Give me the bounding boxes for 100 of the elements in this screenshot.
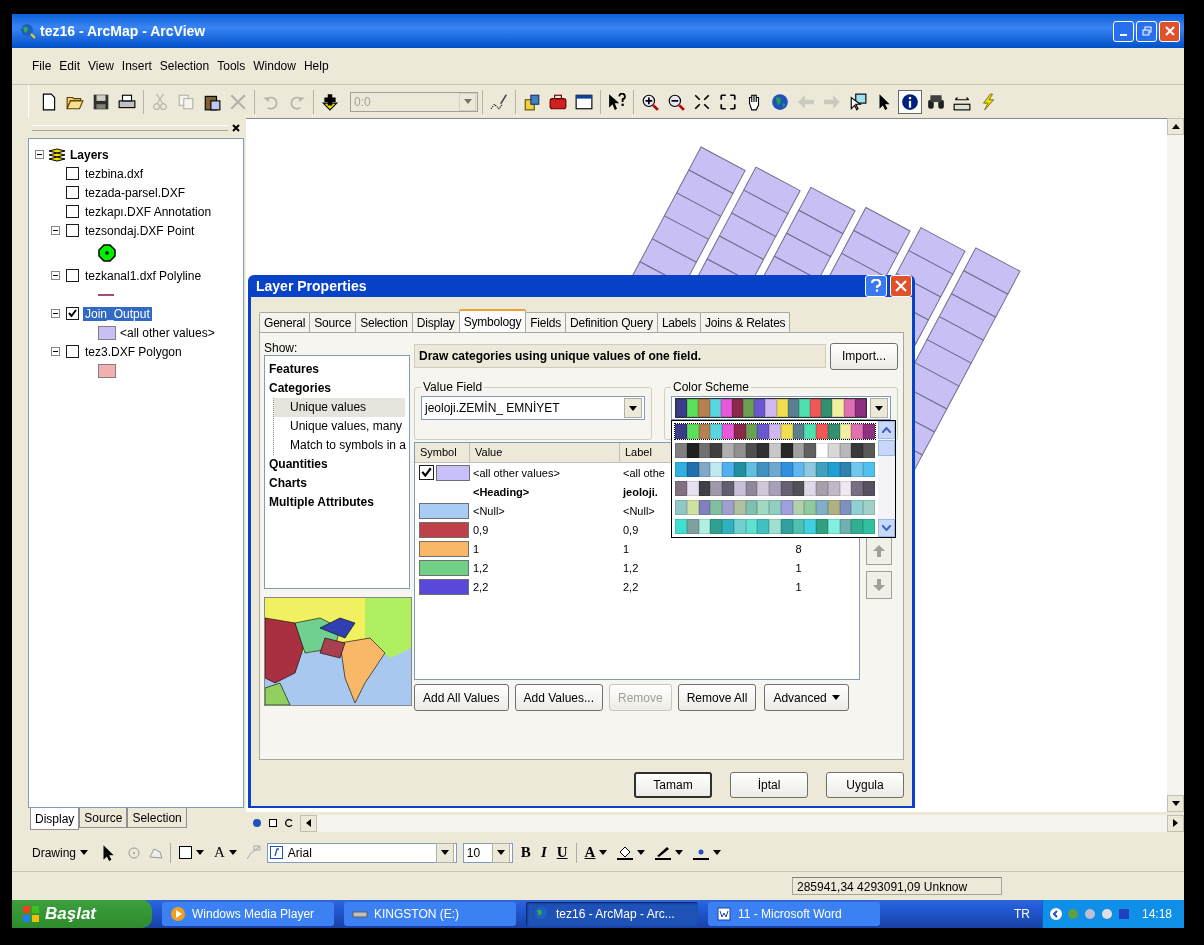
taskbar-button[interactable]: tez16 - ArcMap - Arc... bbox=[526, 902, 698, 926]
symbol-swatch[interactable] bbox=[419, 578, 469, 595]
color-ramp-option[interactable] bbox=[674, 442, 876, 459]
move-up-button[interactable] bbox=[866, 537, 892, 565]
row-checkbox[interactable] bbox=[419, 465, 434, 480]
color-ramp-option[interactable] bbox=[674, 461, 876, 478]
symbol-swatch[interactable] bbox=[436, 464, 470, 481]
collapse-icon[interactable] bbox=[51, 309, 60, 318]
dialog-tab[interactable]: Source bbox=[309, 312, 357, 332]
list-item[interactable]: Quantities bbox=[269, 455, 405, 474]
data-frame-label[interactable]: Layers bbox=[70, 147, 109, 162]
close-button[interactable] bbox=[890, 275, 912, 297]
layer-name[interactable]: Join_Output bbox=[83, 306, 152, 321]
menu-item[interactable]: Help bbox=[299, 59, 333, 73]
layer-checkbox[interactable] bbox=[66, 307, 79, 320]
dialog-tab[interactable]: Joins & Relates bbox=[700, 312, 791, 332]
layer-checkbox[interactable] bbox=[66, 269, 79, 282]
dialog-tab[interactable]: Definition Query bbox=[565, 312, 658, 332]
menu-item[interactable]: View bbox=[84, 59, 118, 73]
symbol-swatch[interactable] bbox=[419, 559, 469, 576]
close-button[interactable] bbox=[1159, 20, 1180, 42]
font-combo[interactable]: Arial bbox=[266, 842, 457, 863]
collapse-icon[interactable] bbox=[51, 271, 60, 280]
dialog-tab[interactable]: Display bbox=[411, 312, 460, 332]
taskbar-button[interactable]: KINGSTON (E:) bbox=[344, 902, 516, 926]
import-button[interactable]: Import... bbox=[830, 342, 898, 370]
color-ramp-option[interactable] bbox=[674, 499, 876, 516]
font-style-button[interactable]: I bbox=[538, 840, 549, 865]
list-item[interactable]: Unique values, many bbox=[274, 417, 405, 436]
dialog-button[interactable]: Tamam bbox=[634, 772, 712, 798]
minimize-button[interactable] bbox=[1113, 20, 1134, 42]
dialog-tab[interactable]: General bbox=[259, 312, 311, 332]
info-icon[interactable] bbox=[898, 89, 922, 114]
symbol-swatch[interactable] bbox=[419, 502, 469, 519]
dialog-button[interactable]: Uygula bbox=[826, 772, 904, 798]
list-item[interactable]: Categories bbox=[269, 379, 405, 398]
scroll-right-icon[interactable] bbox=[1173, 819, 1178, 827]
layer-checkbox[interactable] bbox=[66, 167, 79, 180]
column-header[interactable]: Symbol bbox=[420, 446, 457, 458]
menu-item[interactable]: Tools bbox=[213, 59, 250, 73]
color-ramp-option[interactable] bbox=[674, 423, 876, 440]
scrollbar-thumb[interactable] bbox=[878, 440, 895, 456]
column-header[interactable]: Value bbox=[475, 446, 503, 458]
list-item[interactable]: Match to symbols in a bbox=[274, 436, 405, 455]
scroll-up-icon[interactable] bbox=[1171, 124, 1180, 129]
layer-checkbox[interactable] bbox=[66, 205, 79, 218]
dialog-tab[interactable]: Selection bbox=[355, 312, 413, 332]
vertical-scrollbar[interactable] bbox=[878, 421, 895, 537]
drawing-menu-button[interactable]: Drawing bbox=[30, 840, 90, 865]
close-icon[interactable] bbox=[232, 124, 240, 132]
column-header[interactable]: Label bbox=[625, 446, 652, 458]
collapse-icon[interactable] bbox=[35, 150, 44, 159]
menu-item[interactable]: File bbox=[28, 59, 56, 73]
action-button[interactable]: Add Values... bbox=[514, 684, 603, 711]
panel-tab[interactable]: Selection bbox=[127, 808, 187, 828]
panel-tab[interactable]: Source bbox=[79, 808, 128, 828]
menu-item[interactable]: Selection bbox=[155, 59, 214, 73]
list-item[interactable]: Unique values bbox=[274, 398, 405, 417]
dialog-tab[interactable]: Fields bbox=[525, 312, 567, 332]
chevron-icon[interactable] bbox=[1048, 907, 1063, 921]
restore-button[interactable] bbox=[1136, 20, 1157, 42]
collapse-icon[interactable] bbox=[51, 226, 60, 235]
list-item[interactable]: Multiple Attributes bbox=[269, 493, 405, 512]
color-ramp-option[interactable] bbox=[674, 480, 876, 497]
taskbar-button[interactable]: Windows Media Player bbox=[162, 902, 334, 926]
font-style-button[interactable]: B bbox=[518, 840, 533, 865]
layer-checkbox[interactable] bbox=[66, 345, 79, 358]
dialog-tab[interactable]: Symbology bbox=[458, 309, 527, 332]
page-icon[interactable] bbox=[268, 818, 278, 828]
symbol-swatch[interactable] bbox=[419, 540, 469, 557]
globe-icon[interactable] bbox=[252, 818, 262, 828]
color-ramp-option[interactable] bbox=[674, 518, 876, 535]
dialog-button[interactable]: İptal bbox=[730, 772, 808, 798]
list-item[interactable]: Charts bbox=[269, 474, 405, 493]
layer-checkbox[interactable] bbox=[66, 186, 79, 199]
font-style-button[interactable]: U bbox=[554, 840, 570, 865]
symbol-swatch[interactable] bbox=[419, 521, 469, 538]
help-button[interactable] bbox=[865, 275, 887, 297]
horizontal-scrollbar[interactable] bbox=[300, 814, 1184, 832]
advanced-button[interactable]: Advanced bbox=[764, 684, 849, 711]
layer-checkbox[interactable] bbox=[66, 224, 79, 237]
value-field-combo[interactable]: jeoloji.ZEMİN_ EMNİYET bbox=[421, 396, 645, 420]
dialog-tab[interactable]: Labels bbox=[656, 312, 702, 332]
vertical-scrollbar[interactable] bbox=[1167, 118, 1184, 812]
start-button[interactable]: Başlat bbox=[12, 900, 152, 928]
color-scheme-combo[interactable] bbox=[671, 396, 891, 420]
scroll-left-icon[interactable] bbox=[306, 819, 311, 827]
menu-item[interactable]: Window bbox=[249, 59, 300, 73]
layer-name[interactable]: tezkapı.DXF Annotation bbox=[83, 204, 214, 219]
action-button[interactable]: Remove All bbox=[677, 684, 757, 711]
tray-app-icon[interactable] bbox=[1099, 907, 1114, 921]
layer-name[interactable]: tezkanal1.dxf Polyline bbox=[83, 268, 204, 283]
font-size-combo[interactable]: 10 bbox=[462, 842, 513, 863]
taskbar-button[interactable]: 11 - Microsoft Word bbox=[708, 902, 880, 926]
action-button[interactable]: Add All Values bbox=[414, 684, 509, 711]
panel-tab[interactable]: Display bbox=[30, 808, 80, 830]
scroll-down-icon[interactable] bbox=[1171, 801, 1180, 806]
menu-item[interactable]: Insert bbox=[117, 59, 156, 73]
language-indicator[interactable]: TR bbox=[1013, 907, 1036, 921]
font-color-button[interactable]: A bbox=[582, 840, 610, 865]
